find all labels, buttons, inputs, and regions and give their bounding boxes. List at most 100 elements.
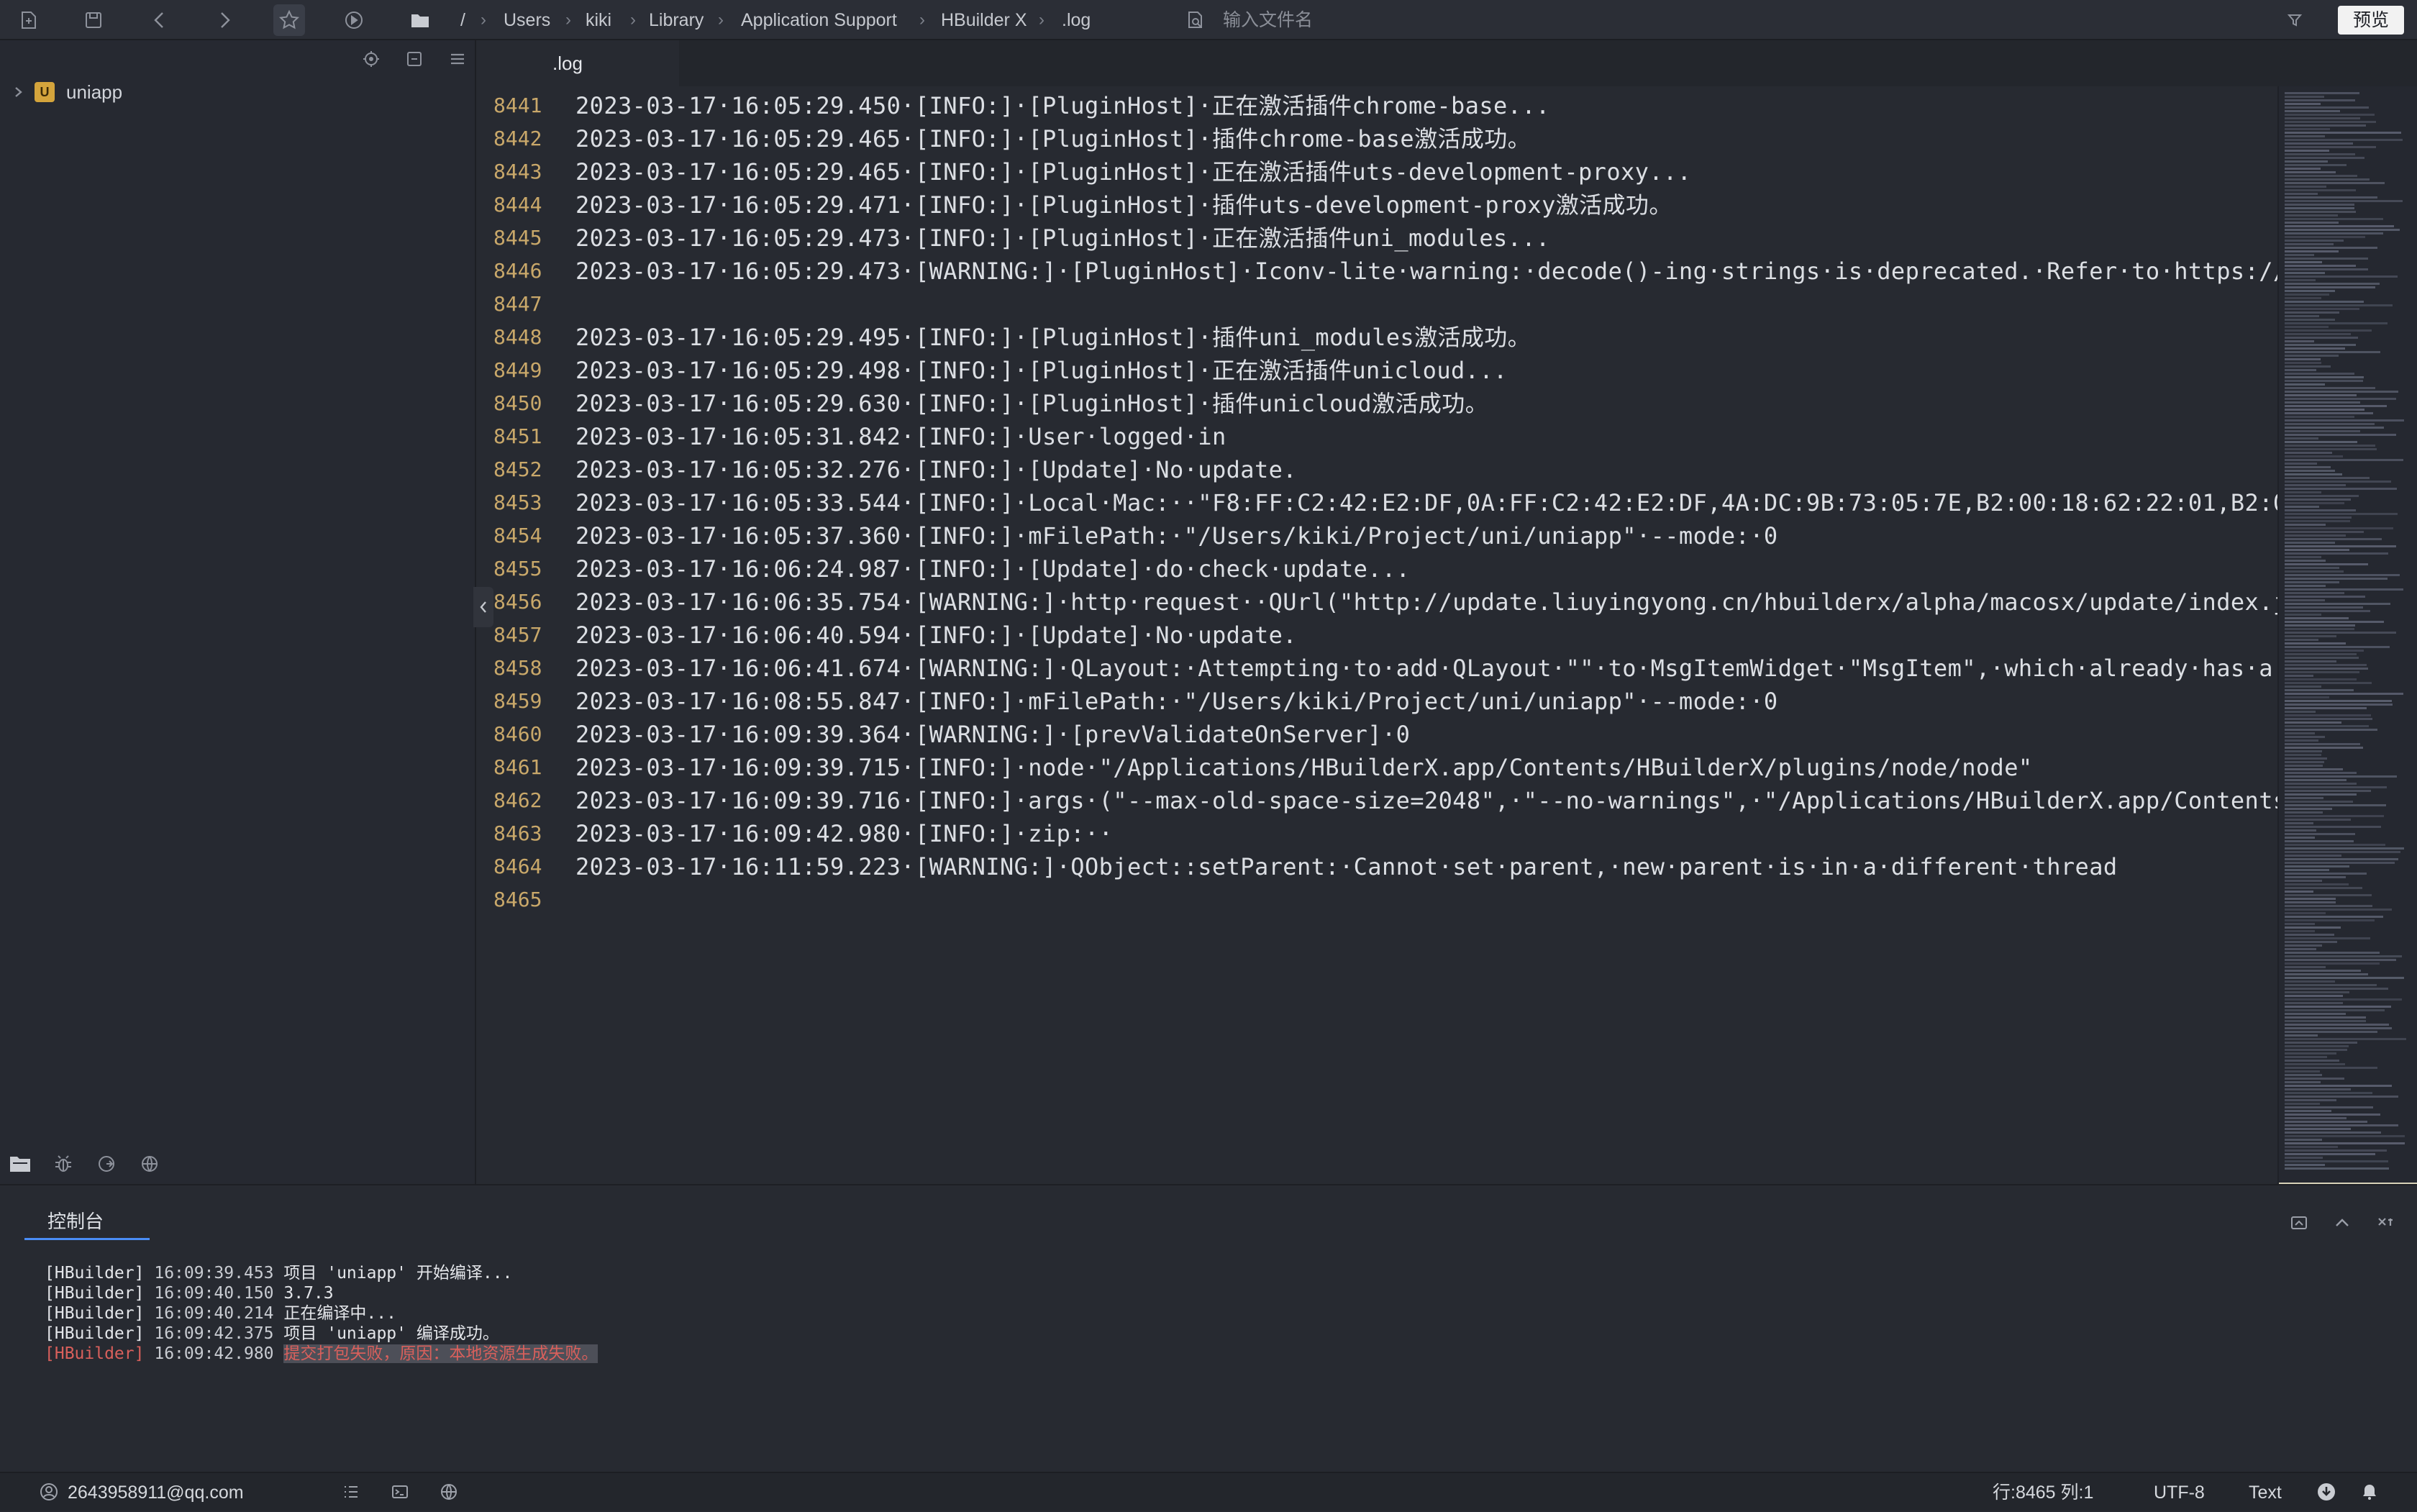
new-window-icon[interactable] [2283,1207,2315,1239]
code-line[interactable]: 2023-03-17·16:05:29.498·[INFO:]·[PluginH… [575,354,1508,387]
code-line[interactable]: 2023-03-17·16:05:29.473·[INFO:]·[PluginH… [575,222,1550,255]
minimap-line [2285,962,2380,965]
minimap-line [2285,218,2383,220]
code-line[interactable]: 2023-03-17·16:06:40.594·[INFO:]·[Update]… [575,619,1297,652]
download-icon[interactable] [2312,1477,2341,1506]
source-control-icon[interactable] [91,1148,122,1180]
minimap-line [2285,1157,2323,1159]
outline-icon[interactable] [337,1477,365,1506]
chevron-right-icon[interactable] [13,85,27,99]
menu-icon[interactable] [442,43,473,75]
minimap-line [2285,99,2355,101]
code-line[interactable]: 2023-03-17·16:05:29.471·[INFO:]·[PluginH… [575,188,1672,222]
minimap-line [2285,1124,2398,1126]
minimap-line [2285,714,2371,716]
minimap-line [2285,362,2321,364]
code-line[interactable]: 2023-03-17·16:05:33.544·[INFO:]·Local·Ma… [575,486,2277,519]
tab-log[interactable]: .log [478,40,679,86]
minimap-line [2285,495,2359,497]
code-content[interactable]: 2023-03-17·16:05:29.450·[INFO:]·[PluginH… [575,86,2277,1184]
breadcrumb-log[interactable]: .log [1062,9,1091,32]
minimap-line [2285,563,2368,565]
cursor-position[interactable]: 行:8465 列:1 [1993,1473,2093,1512]
minimap-line [2285,703,2393,706]
code-line[interactable]: 2023-03-17·16:11:59.223·[WARNING:]·QObje… [575,850,2118,883]
minimap-line [2285,1020,2366,1022]
console-line[interactable]: [HBuilder] 16:09:42.980 提交打包失败，原因：本地资源生成… [45,1344,598,1364]
notification-bell-icon[interactable] [2355,1477,2384,1506]
run-icon[interactable] [338,4,370,36]
tab-console[interactable]: 控制台 [24,1208,150,1240]
account-email[interactable]: 2643958911@qq.com [68,1473,244,1512]
minimap-line [2285,236,2365,238]
code-line[interactable]: 2023-03-17·16:09:39.715·[INFO:]·node·"/A… [575,751,2033,784]
breadcrumb-library[interactable]: Library [649,9,704,32]
language-mode[interactable]: Text [2249,1473,2282,1512]
console-output[interactable]: [HBuilder] 16:09:39.453 项目 'uniapp' 开始编译… [45,1263,598,1364]
console-line[interactable]: [HBuilder] 16:09:40.214 正在编译中... [45,1303,598,1324]
minimap[interactable] [2277,86,2417,1185]
breadcrumb-application-support[interactable]: Application Support [741,9,897,32]
filter-icon[interactable] [2279,4,2311,36]
minimap-line [2285,696,2329,698]
encoding-selector[interactable]: UTF-8 [2154,1473,2205,1512]
forward-icon[interactable] [209,4,240,36]
code-line[interactable]: 2023-03-17·16:05:29.473·[WARNING:]·[Plug… [575,255,2277,288]
maximize-panel-icon[interactable] [2326,1207,2358,1239]
code-line[interactable]: 2023-03-17·16:05:31.842·[INFO:]·User·log… [575,420,1226,453]
code-line[interactable]: 2023-03-17·16:05:29.450·[INFO:]·[PluginH… [575,89,1550,122]
console-line[interactable]: [HBuilder] 16:09:42.375 项目 'uniapp' 编译成功… [45,1324,598,1344]
code-line[interactable]: 2023-03-17·16:08:55.847·[INFO:]·mFilePat… [575,685,1778,718]
code-line[interactable]: 2023-03-17·16:05:29.465·[INFO:]·[PluginH… [575,155,1691,188]
account-icon[interactable] [35,1477,63,1506]
breadcrumb-root[interactable]: / [460,9,465,32]
code-line[interactable]: 2023-03-17·16:05:29.495·[INFO:]·[PluginH… [575,321,1531,354]
minimap-line [2285,124,2366,127]
code-line[interactable]: 2023-03-17·16:06:41.674·[WARNING:]·QLayo… [575,652,2277,685]
minimap-line [2285,894,2372,896]
minimap-line [2285,743,2360,745]
minimap-line [2285,898,2336,900]
minimap-line [2285,380,2363,382]
preview-button[interactable]: 预览 [2338,6,2404,35]
code-line[interactable]: 2023-03-17·16:05:29.630·[INFO:]·[PluginH… [575,387,1488,420]
project-manager-icon[interactable] [4,1148,36,1180]
breadcrumb-separator: › [481,10,486,29]
breadcrumb-users[interactable]: Users [504,9,550,32]
new-file-icon[interactable] [13,4,45,36]
breadcrumb-kiki[interactable]: kiki [586,9,611,32]
minimap-line [2285,614,2321,616]
collapse-all-icon[interactable] [399,43,430,75]
console-message: 项目 'uniapp' 开始编译... [283,1264,513,1283]
code-line[interactable]: 2023-03-17·16:05:37.360·[INFO:]·mFilePat… [575,519,1778,552]
minimap-line [2285,610,2370,612]
code-line[interactable]: 2023-03-17·16:09:42.980·[INFO:]·zip:·· [575,817,1113,850]
code-line[interactable]: 2023-03-17·16:06:24.987·[INFO:]·[Update]… [575,552,1410,586]
terminal-icon[interactable] [386,1477,414,1506]
minimap-line [2285,286,2375,288]
minimap-line [2285,1088,2351,1090]
star-icon[interactable] [273,4,305,36]
project-tree-item[interactable]: U uniapp [0,73,475,111]
console-prefix: [HBuilder] [45,1324,145,1343]
clear-console-icon[interactable] [2370,1207,2401,1239]
debug-icon[interactable] [47,1148,79,1180]
code-line[interactable]: 2023-03-17·16:05:32.276·[INFO:]·[Update]… [575,453,1297,486]
save-icon[interactable] [78,4,109,36]
locate-file-icon[interactable] [355,43,387,75]
back-icon[interactable] [144,4,176,36]
minimap-line [2285,394,2357,396]
breadcrumb-hbuilderx[interactable]: HBuilder X [941,9,1027,32]
code-line[interactable]: 2023-03-17·16:09:39.716·[INFO:]·args·("-… [575,784,2277,817]
code-line[interactable]: 2023-03-17·16:09:39.364·[WARNING:]·[prev… [575,718,1410,751]
file-search-input[interactable] [1223,7,1511,33]
code-line[interactable]: 2023-03-17·16:06:35.754·[WARNING:]·http·… [575,586,2277,619]
cloud-icon[interactable] [134,1148,165,1180]
console-line[interactable]: [HBuilder] 16:09:39.453 项目 'uniapp' 开始编译… [45,1263,598,1283]
code-line[interactable]: 2023-03-17·16:05:29.465·[INFO:]·[PluginH… [575,122,1531,155]
minimap-line [2285,178,2370,181]
minimap-line [2285,160,2328,163]
cloud-status-icon[interactable] [434,1477,463,1506]
minimap-line [2285,283,2380,285]
console-line[interactable]: [HBuilder] 16:09:40.150 3.7.3 [45,1283,598,1303]
